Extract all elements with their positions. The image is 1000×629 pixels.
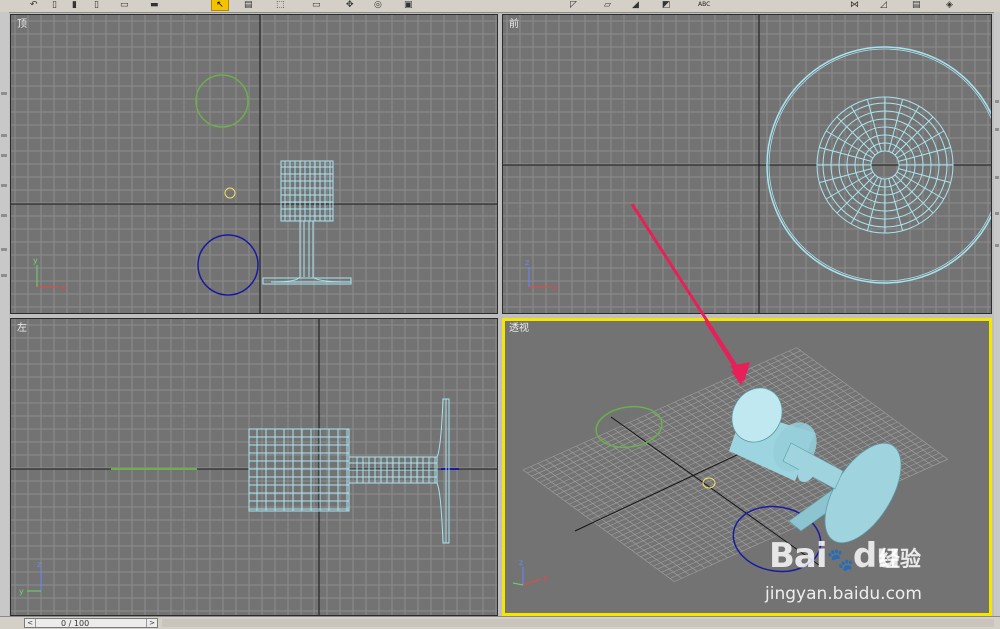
window-crossing-icon[interactable]: ▭ (312, 0, 321, 10)
viewport-left[interactable]: z y 左 (10, 318, 498, 616)
snap-icon[interactable]: ⋈ (850, 0, 859, 10)
axis-z-label: z (37, 560, 41, 569)
time-prev-button[interactable]: < (25, 619, 36, 627)
axis-y-label: y (19, 587, 24, 596)
grid (503, 15, 991, 313)
text-tool-icon[interactable]: ABC (698, 1, 710, 9)
viewport-left-label[interactable]: 左 (17, 323, 27, 335)
grid (11, 319, 497, 615)
status-bar: < 0 / 100 > (0, 616, 1000, 629)
strip-marker (1, 154, 7, 157)
front-view-canvas: z x (503, 15, 991, 313)
viewport-perspective-label[interactable]: 透视 (509, 323, 529, 335)
redo-icon[interactable]: ▯ (52, 0, 57, 10)
axis-x-label: x (543, 574, 548, 583)
green-circle (195, 74, 249, 128)
strip-marker (1, 248, 7, 251)
total-frames: 100 (73, 619, 90, 628)
angle-snap-icon[interactable]: ◿ (880, 0, 887, 10)
frame-separator: / (68, 619, 72, 628)
strip-marker (1, 92, 7, 95)
axis-z-label: z (525, 258, 529, 267)
strip-marker (995, 100, 999, 103)
main-toolbar: ↶ ▯ ▮ ▯ ▭ ▬ ↖ ▤ ⬚ ▭ ✥ ◎ ▣ ◸ ▱ ◢ ◩ ABC ⋈ … (0, 0, 1000, 13)
axis-y-label: y (33, 256, 38, 265)
viewport-top-label[interactable]: 顶 (17, 19, 27, 31)
rotate-icon[interactable]: ◎ (374, 0, 382, 10)
render-icon[interactable]: ◈ (946, 0, 953, 10)
scale-icon[interactable]: ▣ (404, 0, 413, 10)
axis-x-label: x (61, 283, 66, 292)
strip-marker (995, 176, 999, 179)
strip-marker (1, 274, 7, 277)
time-next-button[interactable]: > (146, 619, 157, 627)
render-setup-icon[interactable]: ▤ (912, 0, 921, 10)
grid (11, 15, 497, 313)
time-slider-label: 0 / 100 (61, 619, 89, 628)
viewport-top[interactable]: y x 顶 (10, 14, 498, 314)
select-link-icon[interactable]: ▮ (72, 0, 77, 10)
axis-tripod (528, 267, 551, 288)
strip-marker (995, 244, 999, 247)
axis-tripod (512, 567, 542, 586)
goblet-side-mesh (262, 160, 352, 285)
move-icon[interactable]: ✥ (346, 0, 354, 10)
axis-x-label: x (553, 283, 558, 292)
left-tool-strip (0, 12, 9, 616)
green-circle (595, 405, 663, 449)
rectangular-selection-icon[interactable]: ⬚ (276, 0, 285, 10)
normal-align-icon[interactable]: ◢ (632, 0, 639, 10)
viewport-front[interactable]: z x 前 (502, 14, 992, 314)
align-icon[interactable]: ▱ (604, 0, 611, 10)
current-frame: 0 (61, 619, 67, 628)
mirror-icon[interactable]: ◸ (570, 0, 577, 10)
axis-z-label: z (519, 558, 523, 567)
select-object-icon[interactable]: ▯ (94, 0, 99, 10)
viewport-perspective[interactable]: z x 透视 (502, 318, 992, 616)
undo-icon[interactable]: ↶ (30, 0, 38, 10)
right-command-panel-edge (994, 12, 1000, 616)
strip-marker (1, 184, 7, 187)
strip-marker (995, 212, 999, 215)
strip-marker (995, 128, 999, 131)
select-by-name-icon[interactable]: ▤ (244, 0, 253, 10)
viewport-front-label[interactable]: 前 (509, 19, 519, 31)
strip-marker (1, 134, 7, 137)
selection-filter-icon[interactable]: ▬ (150, 0, 159, 10)
bind-icon[interactable]: ▭ (120, 0, 129, 10)
time-slider[interactable]: < 0 / 100 > (24, 618, 158, 628)
layer-icon[interactable]: ◩ (662, 0, 671, 10)
strip-marker (1, 214, 7, 217)
left-view-canvas: z y (11, 319, 497, 615)
track-bar[interactable] (162, 619, 994, 627)
goblet-side-mesh (248, 398, 450, 544)
annotation-arrow-shaft (704, 321, 743, 378)
select-cursor-icon[interactable]: ↖ (211, 0, 229, 11)
perspective-view-canvas: z x (512, 321, 948, 586)
top-view-canvas: y x (11, 15, 497, 313)
